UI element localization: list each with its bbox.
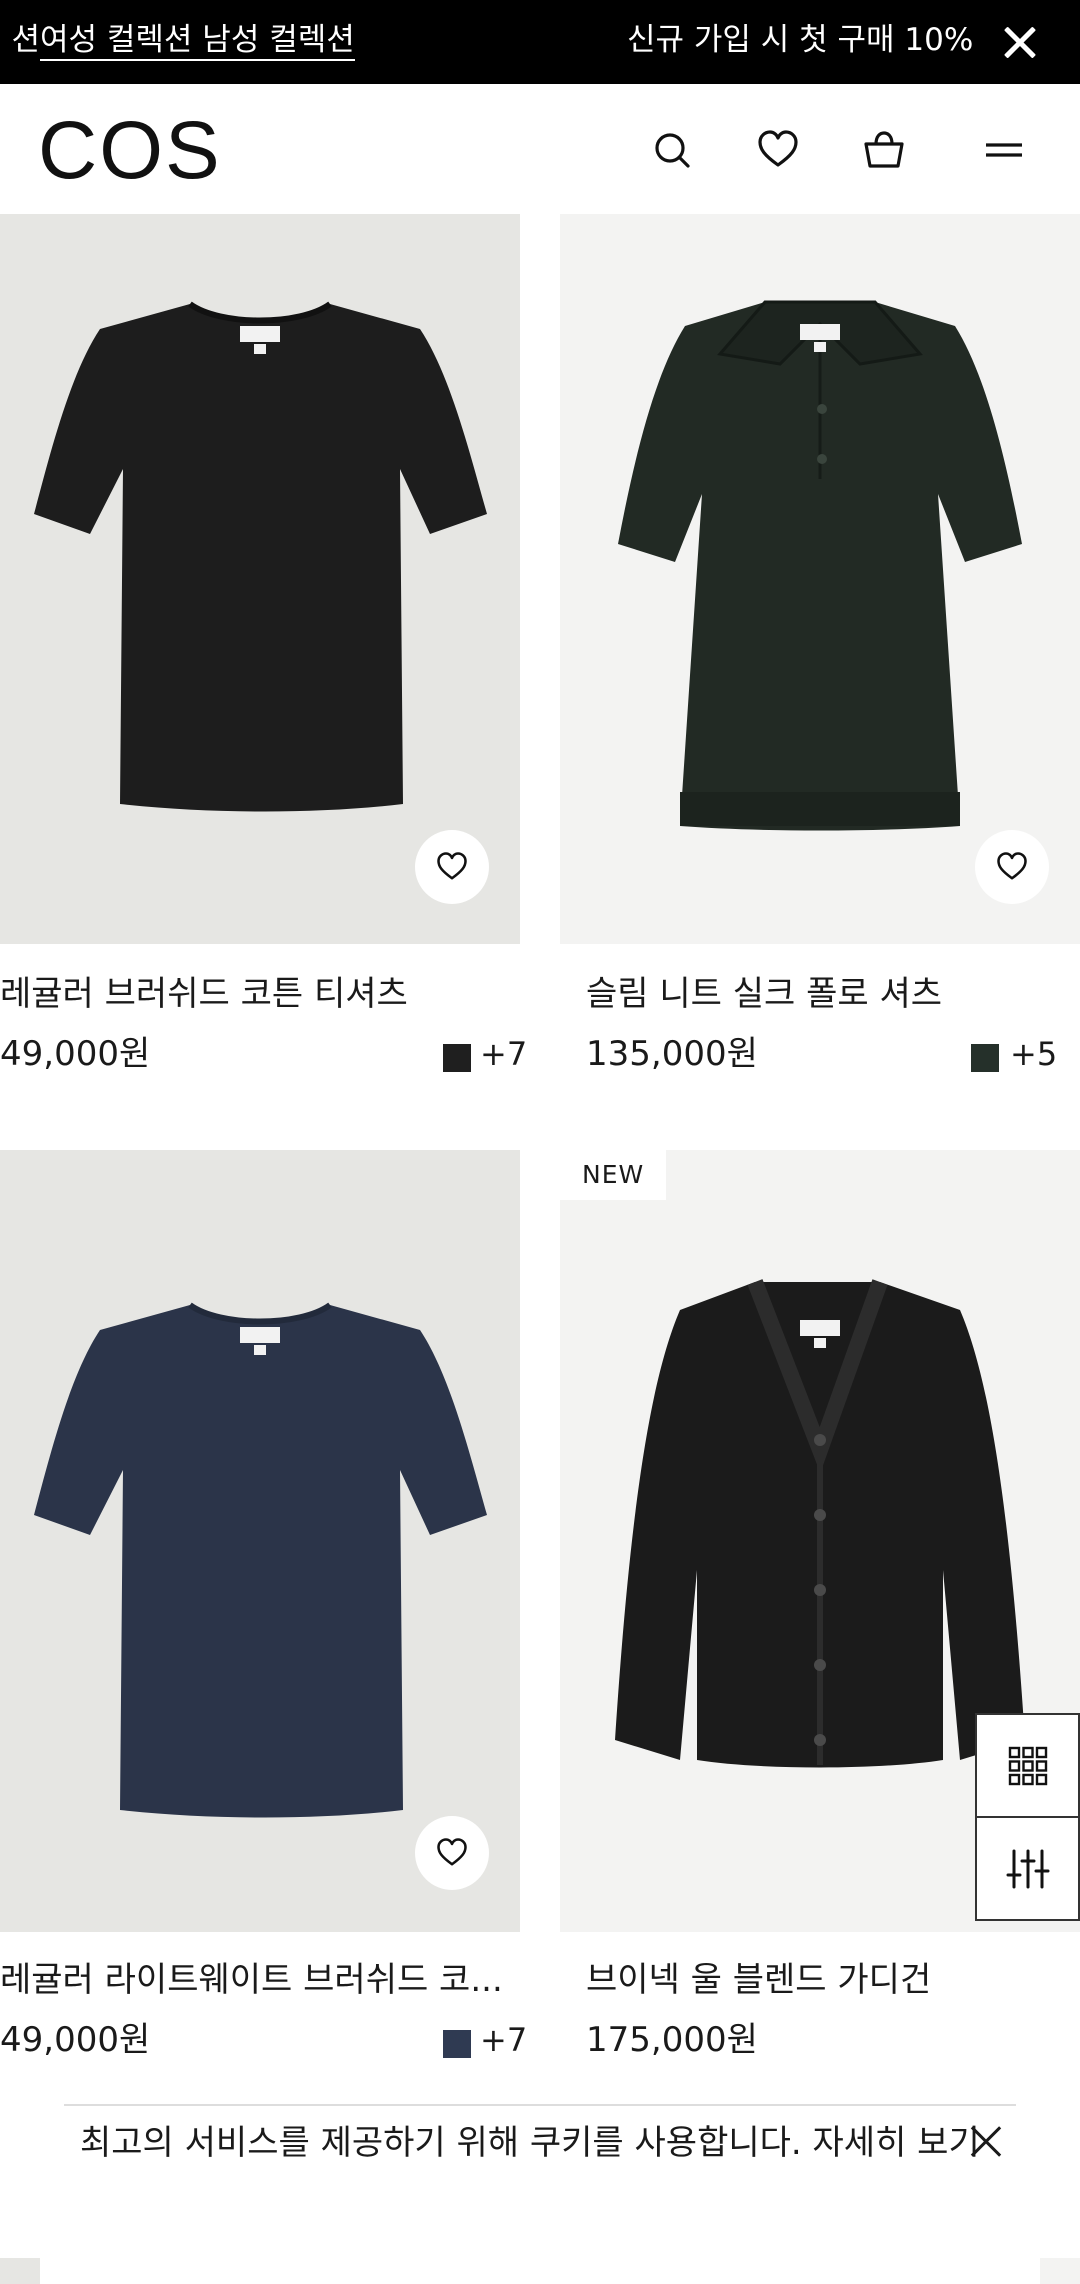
- heart-icon[interactable]: [754, 126, 802, 174]
- more-colors-count[interactable]: +7: [480, 1034, 527, 1074]
- product-price: 49,000원: [0, 1034, 151, 1074]
- promo-collection-link[interactable]: 여성 컬렉션 남성 컬렉션: [40, 22, 355, 61]
- cookie-close-icon[interactable]: [966, 2122, 1006, 2162]
- product-price: 175,000원: [586, 2020, 758, 2060]
- product-image[interactable]: [0, 1150, 520, 1932]
- grid-icon: [1008, 1746, 1047, 1785]
- cookie-banner: 최고의 서비스를 제공하기 위해 쿠키를 사용합니다. 자세히 보기: [40, 2104, 1040, 2284]
- more-colors-count[interactable]: +5: [1010, 1034, 1057, 1074]
- product-name[interactable]: 슬림 니트 실크 폴로 셔츠: [586, 972, 942, 1016]
- promo-signup-text[interactable]: 신규 가입 시 첫 구매 10%: [627, 18, 973, 62]
- product-card[interactable]: 레귤러 브러쉬드 코튼 티셔츠 49,000원 +7: [0, 214, 527, 1114]
- menu-icon[interactable]: [980, 126, 1028, 174]
- promo-collection-links: 션 | 여성 컬렉션 남성 컬렉션: [0, 18, 355, 62]
- color-swatch[interactable]: [443, 2030, 471, 2058]
- product-name[interactable]: 레귤러 라이트웨이트 브러쉬드 코...: [0, 1958, 503, 2002]
- brand-logo[interactable]: COS: [38, 106, 222, 196]
- product-name[interactable]: 레귤러 브러쉬드 코튼 티셔츠: [0, 972, 408, 1016]
- wishlist-heart-icon[interactable]: [415, 1816, 489, 1890]
- product-card[interactable]: 레귤러 라이트웨이트 브러쉬드 코... 49,000원 +7: [0, 1150, 527, 2090]
- new-badge: NEW: [560, 1150, 667, 1200]
- color-swatch[interactable]: [971, 1044, 999, 1072]
- product-price: 135,000원: [586, 1034, 758, 1074]
- search-icon[interactable]: [648, 126, 696, 174]
- filter-button[interactable]: [975, 1816, 1080, 1921]
- product-price: 49,000원: [0, 2020, 151, 2060]
- wishlist-heart-icon[interactable]: [975, 830, 1049, 904]
- color-swatch[interactable]: [443, 1044, 471, 1072]
- grid-view-toggle[interactable]: [975, 1713, 1080, 1818]
- promo-close-icon[interactable]: [996, 18, 1044, 66]
- site-header: COS: [0, 84, 1080, 214]
- filter-sliders-icon: [1006, 1849, 1049, 1888]
- product-name[interactable]: 브이넥 울 블렌드 가디건: [586, 1958, 931, 2002]
- cookie-divider: [64, 2104, 1016, 2106]
- cookie-message[interactable]: 최고의 서비스를 제공하기 위해 쿠키를 사용합니다. 자세히 보기: [80, 2120, 980, 2166]
- more-colors-count[interactable]: +7: [480, 2020, 527, 2060]
- promo-left-fragment: 션 |: [0, 22, 40, 58]
- wishlist-heart-icon[interactable]: [415, 830, 489, 904]
- product-card[interactable]: 슬림 니트 실크 폴로 셔츠 135,000원 +5: [560, 214, 1080, 1114]
- promo-bar: 션 | 여성 컬렉션 남성 컬렉션 신규 가입 시 첫 구매 10%: [0, 0, 1080, 84]
- product-card[interactable]: NEW 브이넥 울 블렌드 가디건 175,000원: [560, 1150, 1080, 2090]
- bag-icon[interactable]: [860, 126, 908, 174]
